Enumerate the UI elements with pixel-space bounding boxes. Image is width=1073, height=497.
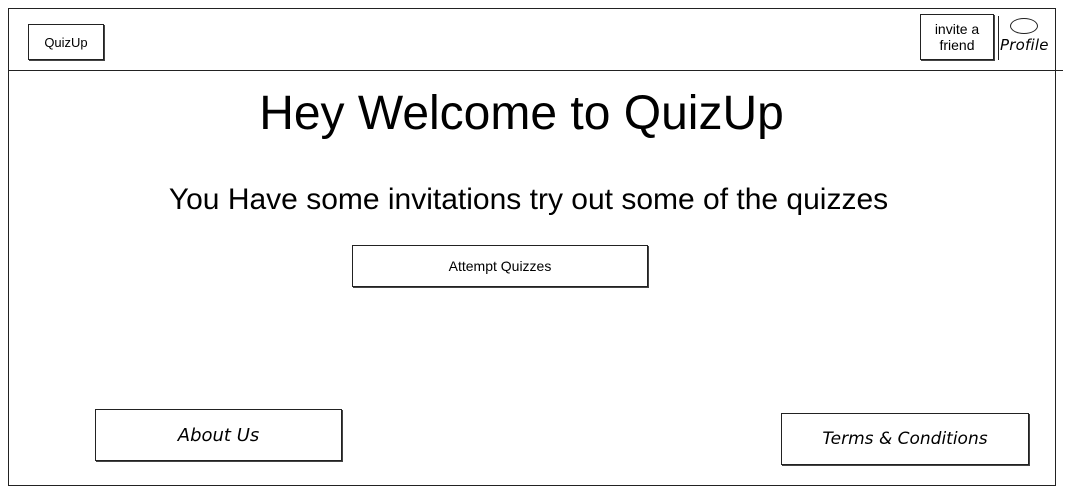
terms-conditions-label: Terms & Conditions [822, 429, 988, 449]
profile-button[interactable]: Profile [998, 14, 1060, 60]
attempt-quizzes-label: Attempt Quizzes [448, 258, 552, 274]
page-title: Hey Welcome to QuizUp [259, 87, 784, 140]
terms-conditions-button[interactable]: Terms & Conditions [781, 413, 1029, 465]
header-divider [8, 70, 1063, 71]
logo-label: QuizUp [44, 34, 88, 50]
profile-label: Profile [1000, 36, 1049, 54]
invitations-message: You Have some invitations try out some o… [168, 183, 889, 216]
logo-button[interactable]: QuizUp [28, 24, 104, 60]
profile-avatar-icon [1010, 18, 1038, 34]
about-us-button[interactable]: About Us [95, 409, 342, 461]
invite-friend-button[interactable]: invite a friend [920, 14, 994, 60]
invite-friend-label: invite a friend [934, 21, 980, 53]
attempt-quizzes-button[interactable]: Attempt Quizzes [352, 245, 648, 287]
about-us-label: About Us [177, 424, 260, 446]
profile-divider [998, 16, 999, 60]
